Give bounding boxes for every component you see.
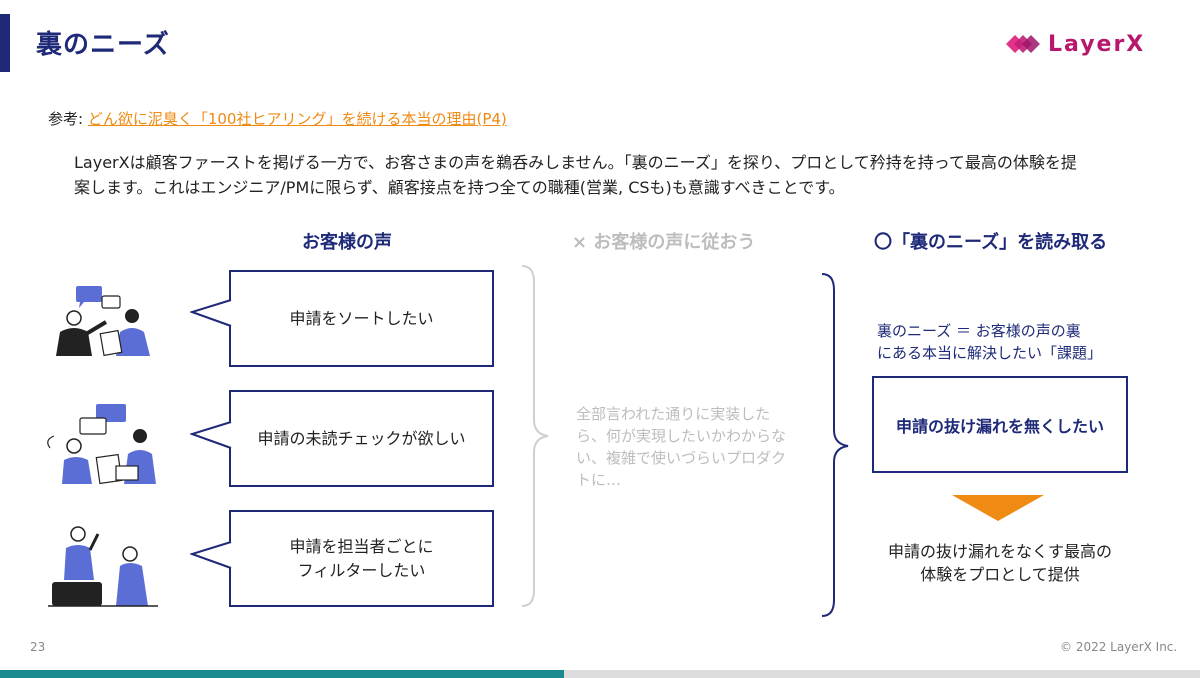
down-arrow-icon: [952, 495, 1044, 521]
customer-voice-text-1: 申請をソートしたい: [289, 308, 434, 328]
page-title: 裏のニーズ: [36, 30, 170, 60]
column-heading-read: 〇「裏のニーズ」を読み取る: [874, 232, 1108, 253]
customer-voice-text-3-line-2: フィルターしたい: [297, 560, 426, 580]
reference-link[interactable]: どん欲に泥臭く「100社ヒアリング」を続ける本当の理由(P4): [88, 110, 507, 128]
customer-voice-text-3-line-1: 申請を担当者ごとに: [289, 536, 434, 556]
real-need-text: 申請の抜け漏れを無くしたい: [895, 416, 1104, 436]
column-heading-follow: × お客様の声に従おう: [572, 232, 756, 253]
reference-line: 参考: どん欲に泥臭く「100社ヒアリング」を続ける本当の理由(P4): [48, 108, 507, 129]
title-accent-bar: [0, 14, 10, 72]
people-discussion-illustration-1: [56, 286, 150, 357]
logo-mark-icon: [1006, 35, 1040, 53]
gray-brace: [521, 265, 549, 607]
bubble-tail-3: [190, 541, 232, 569]
logo-text: LayerX: [1048, 31, 1146, 57]
customer-voice-text-2: 申請の未読チェックが欲しい: [257, 428, 466, 448]
customer-voice-bubble-3: 申請を担当者ごとに フィルターしたい: [229, 510, 494, 607]
real-need-box: 申請の抜け漏れを無くしたい: [872, 376, 1128, 473]
hidden-need-definition: 裏のニーズ ＝ お客様の声の裏 にある本当に解決したい「課題」: [877, 320, 1147, 364]
navy-brace: [821, 273, 849, 617]
definition-line-2: にある本当に解決したい「課題」: [877, 344, 1103, 362]
copyright: © 2022 LayerX Inc.: [1060, 640, 1178, 654]
customer-voice-bubble-2: 申請の未読チェックが欲しい: [229, 390, 494, 487]
bubble-tail-1: [190, 299, 232, 327]
result-text: 申請の抜け漏れをなくす最高の 体験をプロとして提供: [872, 540, 1128, 586]
people-discussion-illustration-3: [48, 526, 158, 607]
column-heading-voice: お客様の声: [302, 232, 392, 253]
layerx-logo: LayerX: [1000, 26, 1145, 62]
reference-label: 参考:: [48, 110, 84, 128]
slide: 裏のニーズ LayerX 参考: どん欲に泥臭く「100社ヒアリング」を続ける本…: [0, 0, 1200, 670]
result-line-2: 体験をプロとして提供: [920, 565, 1080, 584]
customer-voice-bubble-1: 申請をソートしたい: [229, 270, 494, 367]
follow-result-text: 全部言われた通りに実装したら、何が実現したいかわからない、複雑で使いづらいプロダ…: [576, 405, 787, 489]
definition-line-1: 裏のニーズ ＝ お客様の声の裏: [877, 322, 1081, 340]
result-line-1: 申請の抜け漏れをなくす最高の: [887, 542, 1112, 561]
customer-voice-text-3: 申請を担当者ごとに フィルターしたい: [289, 535, 433, 583]
intro-paragraph: LayerXは顧客ファーストを掲げる一方で、お客さまの声を鵜呑みしません。「裏の…: [74, 153, 1077, 197]
slide-progress-bar: [0, 670, 1200, 678]
slide-progress-fill: [0, 670, 564, 678]
page-number: 23: [30, 640, 46, 654]
bubble-tail-2: [190, 421, 232, 449]
people-discussion-illustration-2: [47, 404, 156, 485]
